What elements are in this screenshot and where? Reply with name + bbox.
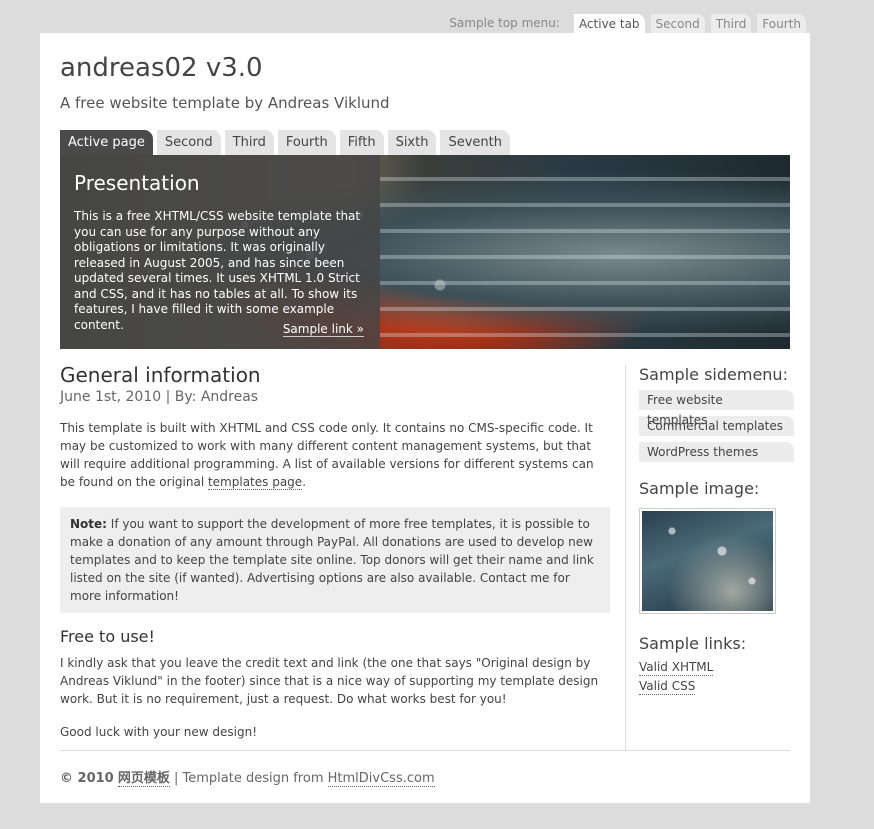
article-paragraph-1-text: This template is built with XHTML and CS…: [60, 421, 594, 489]
top-tab-active[interactable]: Active tab: [573, 14, 645, 33]
article-subtitle: Free to use!: [60, 627, 155, 646]
sample-image-picture: [642, 511, 773, 611]
top-tab-fourth[interactable]: Fourth: [757, 14, 806, 33]
top-menu-label: Sample top menu:: [449, 16, 560, 30]
article-paragraph-1: This template is built with XHTML and CS…: [60, 419, 610, 491]
sidebar: Sample sidemenu: Free website templates …: [639, 365, 794, 695]
sample-image-title: Sample image:: [639, 479, 760, 498]
main-tab-active-page[interactable]: Active page: [60, 130, 153, 155]
footer-divider: [60, 750, 790, 751]
main-tab-second[interactable]: Second: [156, 130, 221, 155]
templates-page-link[interactable]: templates page: [207, 475, 303, 490]
content-divider: [625, 365, 626, 750]
header-banner: Presentation This is a free XHTML/CSS we…: [60, 155, 790, 349]
presentation-sample-link[interactable]: Sample link »: [282, 322, 364, 337]
valid-xhtml-link[interactable]: Valid XHTML: [639, 659, 714, 676]
note-text: If you want to support the development o…: [70, 517, 594, 603]
sidemenu-title: Sample sidemenu:: [639, 365, 788, 384]
sample-links-title: Sample links:: [639, 634, 747, 653]
article-paragraph-3: Good luck with your new design!: [60, 725, 258, 739]
sample-links: Valid XHTML Valid CSS: [639, 659, 794, 695]
header-image-lines: [380, 155, 790, 349]
sidemenu-item-free-templates[interactable]: Free website templates: [639, 390, 794, 427]
presentation-box: Presentation This is a free XHTML/CSS we…: [60, 155, 380, 349]
presentation-title: Presentation: [74, 171, 200, 195]
footer-separator: | Template design from: [169, 771, 328, 786]
sidemenu: Free website templates Commercial templa…: [639, 390, 794, 462]
main-content: General information June 1st, 2010 | By:…: [60, 363, 610, 741]
article-paragraph-2: I kindly ask that you leave the credit t…: [60, 656, 599, 706]
main-tab-third[interactable]: Third: [224, 130, 274, 155]
article-meta: June 1st, 2010 | By: Andreas: [60, 389, 259, 405]
page-container: andreas02 v3.0 A free website template b…: [40, 33, 810, 803]
top-tab-third[interactable]: Third: [710, 14, 752, 33]
site-title[interactable]: andreas02 v3.0: [60, 53, 263, 83]
presentation-text: This is a free XHTML/CSS website templat…: [74, 209, 361, 332]
note-box: Note: If you want to support the develop…: [60, 507, 610, 613]
valid-css-link[interactable]: Valid CSS: [639, 678, 696, 695]
footer-design-link[interactable]: HtmlDivCss.com: [327, 771, 435, 787]
article-title: General information: [60, 363, 261, 387]
sample-image[interactable]: [639, 508, 776, 614]
sidemenu-item-commercial-templates[interactable]: Commercial templates: [639, 416, 794, 436]
article-paragraph-1-end: .: [302, 475, 307, 489]
top-menu: Sample top menu: Active tab Second Third…: [449, 13, 806, 33]
note-paragraph: Note: If you want to support the develop…: [70, 515, 600, 605]
sidemenu-item-wordpress-themes[interactable]: WordPress themes: [639, 442, 794, 462]
main-tab-fourth[interactable]: Fourth: [277, 130, 336, 155]
footer: © 2010 网页模板 | Template design from HtmlD…: [60, 767, 435, 787]
note-label: Note:: [70, 517, 107, 531]
main-tab-fifth[interactable]: Fifth: [339, 130, 384, 155]
main-tab-seventh[interactable]: Seventh: [440, 130, 510, 155]
main-tab-sixth[interactable]: Sixth: [387, 130, 437, 155]
top-tab-second[interactable]: Second: [650, 14, 705, 33]
site-subtitle: A free website template by Andreas Viklu…: [60, 94, 390, 112]
footer-copyright: © 2010: [60, 771, 114, 786]
footer-site-link[interactable]: 网页模板: [117, 771, 170, 787]
main-menu: Active page Second Third Fourth Fifth Si…: [60, 130, 514, 155]
